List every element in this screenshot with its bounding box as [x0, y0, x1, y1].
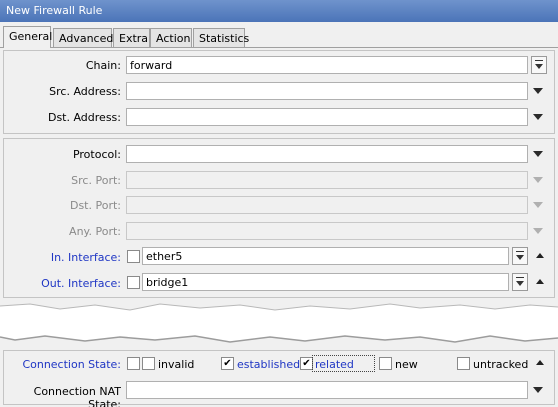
src-address-field[interactable] [126, 82, 528, 100]
out-interface-dropdown-button[interactable] [512, 273, 528, 291]
src-address-label: Src. Address: [49, 85, 121, 98]
in-interface-field[interactable]: ether5 [142, 247, 509, 265]
any-port-label: Any. Port: [69, 225, 121, 238]
protocol-field[interactable] [126, 145, 528, 163]
out-interface-negate-checkbox[interactable] [127, 276, 140, 289]
invalid-label: invalid [158, 358, 195, 371]
src-port-field [126, 171, 528, 189]
new-checkbox[interactable] [379, 357, 392, 370]
invalid-checkbox[interactable] [142, 357, 155, 370]
established-label: established [237, 358, 301, 371]
in-interface-dropdown-button[interactable] [512, 247, 528, 265]
in-interface-collapse-icon[interactable] [536, 253, 544, 258]
protocol-expand-icon[interactable] [533, 151, 543, 157]
src-address-expand-icon[interactable] [533, 88, 543, 94]
connection-nat-state-expand-icon[interactable] [533, 387, 543, 393]
connection-nat-state-label: Connection NAT State: [33, 385, 121, 407]
any-port-expand-icon [533, 228, 543, 234]
dst-address-label: Dst. Address: [47, 111, 121, 124]
related-label: related [315, 358, 354, 371]
dst-port-label: Dst. Port: [69, 199, 121, 212]
window-title: New Firewall Rule [0, 0, 558, 22]
tab-advanced[interactable]: Advanced [53, 28, 113, 48]
connection-state-negate-checkbox[interactable] [127, 357, 140, 370]
connection-nat-state-field[interactable] [126, 381, 528, 399]
tab-bar: General Advanced Extra Action Statistics [0, 26, 558, 48]
any-port-field [126, 222, 528, 240]
untracked-checkbox[interactable] [457, 357, 470, 370]
src-port-label: Src. Port: [71, 174, 121, 187]
out-interface-label: Out. Interface: [41, 277, 121, 290]
tab-general[interactable]: General [3, 26, 52, 48]
src-port-expand-icon [533, 177, 543, 183]
out-interface-collapse-icon[interactable] [536, 279, 544, 284]
connection-state-collapse-icon[interactable] [536, 360, 544, 365]
tab-statistics[interactable]: Statistics [193, 28, 249, 48]
established-checkbox[interactable] [221, 357, 234, 370]
in-interface-label: In. Interface: [50, 251, 121, 264]
connection-state-label: Connection State: [22, 358, 121, 371]
tab-divider [0, 47, 558, 48]
dst-address-expand-icon[interactable] [533, 114, 543, 120]
dst-port-expand-icon [533, 202, 543, 208]
chain-field[interactable]: forward [126, 56, 528, 74]
chain-dropdown-button[interactable] [531, 56, 547, 74]
protocol-label: Protocol: [72, 148, 121, 161]
new-label: new [395, 358, 418, 371]
torn-edge-divider [0, 303, 558, 343]
out-interface-field[interactable]: bridge1 [142, 273, 509, 291]
untracked-label: untracked [473, 358, 529, 371]
dst-port-field [126, 196, 528, 214]
in-interface-negate-checkbox[interactable] [127, 250, 140, 263]
chain-label: Chain: [85, 59, 121, 72]
dst-address-field[interactable] [126, 108, 528, 126]
tab-extra[interactable]: Extra [113, 28, 150, 48]
tab-action[interactable]: Action [150, 28, 192, 48]
